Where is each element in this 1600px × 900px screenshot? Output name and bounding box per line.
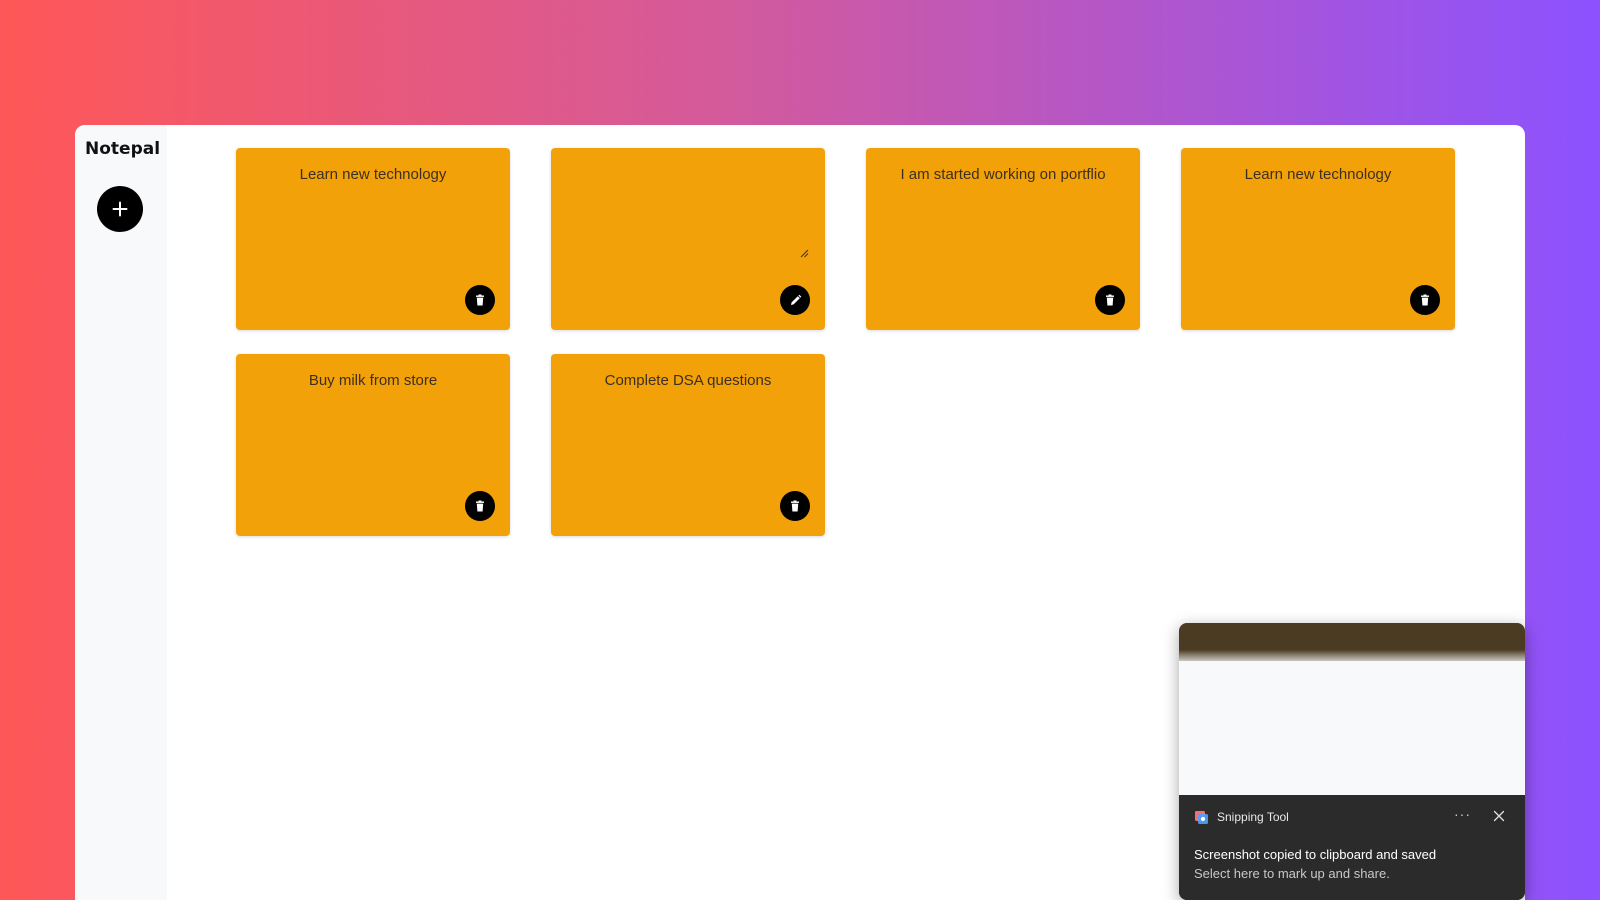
preview-header-band bbox=[1179, 623, 1525, 661]
plus-icon bbox=[112, 201, 128, 217]
trash-icon bbox=[1421, 294, 1429, 306]
screenshot-preview[interactable] bbox=[1179, 623, 1525, 795]
note-card-editing[interactable] bbox=[551, 148, 825, 330]
note-text[interactable]: Buy milk from store bbox=[236, 372, 510, 389]
resize-handle-icon[interactable] bbox=[799, 248, 809, 258]
note-card[interactable]: Complete DSA questions bbox=[551, 354, 825, 536]
note-card[interactable]: I am started working on portflio bbox=[866, 148, 1140, 330]
notification-subtitle: Select here to mark up and share. bbox=[1194, 866, 1390, 881]
add-note-button[interactable] bbox=[97, 186, 143, 232]
note-card[interactable]: Buy milk from store bbox=[236, 354, 510, 536]
note-text[interactable]: Learn new technology bbox=[236, 166, 510, 183]
snipping-tool-icon bbox=[1195, 811, 1208, 824]
notification-app-name: Snipping Tool bbox=[1217, 810, 1289, 824]
sidebar: Notepal bbox=[75, 125, 167, 900]
trash-icon bbox=[476, 500, 484, 512]
delete-note-button[interactable] bbox=[465, 491, 495, 521]
close-icon[interactable] bbox=[1492, 809, 1506, 823]
notification-title: Screenshot copied to clipboard and saved bbox=[1194, 847, 1437, 862]
pencil-icon bbox=[790, 294, 801, 305]
snipping-tool-notification[interactable]: Snipping Tool ··· Screenshot copied to c… bbox=[1179, 623, 1525, 900]
note-card[interactable]: Learn new technology bbox=[1181, 148, 1455, 330]
note-text[interactable]: Learn new technology bbox=[1181, 166, 1455, 183]
note-card[interactable]: Learn new technology bbox=[236, 148, 510, 330]
note-text[interactable]: Complete DSA questions bbox=[551, 372, 825, 389]
delete-note-button[interactable] bbox=[780, 491, 810, 521]
trash-icon bbox=[476, 294, 484, 306]
trash-icon bbox=[1106, 294, 1114, 306]
more-options-button[interactable]: ··· bbox=[1454, 806, 1471, 822]
brand-title: Notepal bbox=[85, 139, 161, 159]
delete-note-button[interactable] bbox=[1095, 285, 1125, 315]
edit-note-button[interactable] bbox=[780, 285, 810, 315]
delete-note-button[interactable] bbox=[465, 285, 495, 315]
trash-icon bbox=[791, 500, 799, 512]
delete-note-button[interactable] bbox=[1410, 285, 1440, 315]
note-text[interactable]: I am started working on portflio bbox=[866, 166, 1140, 183]
notification-body[interactable]: Snipping Tool ··· Screenshot copied to c… bbox=[1179, 795, 1525, 900]
